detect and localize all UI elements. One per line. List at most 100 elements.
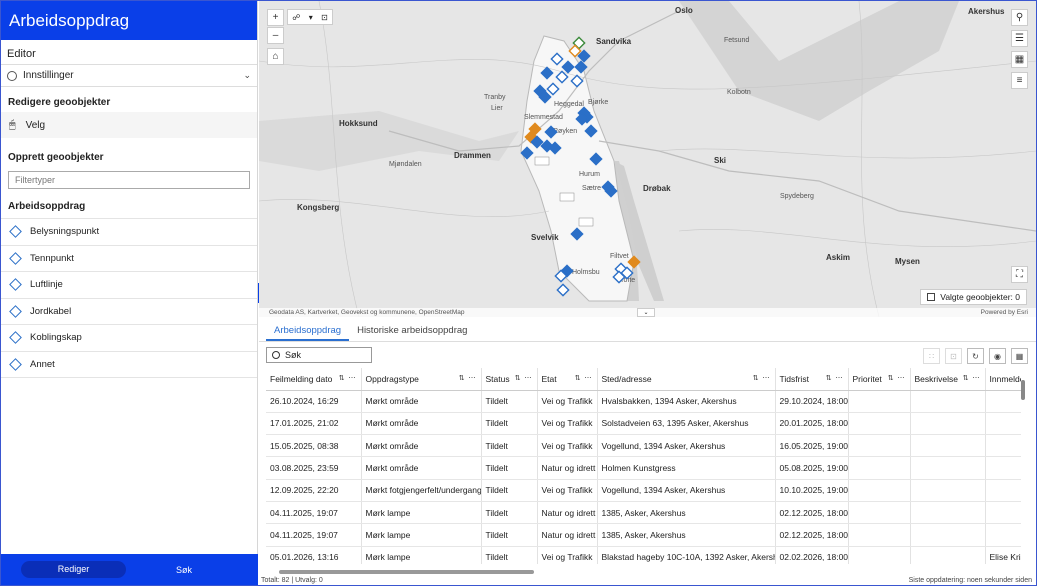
show-filter-button[interactable]: ◉ (989, 348, 1006, 364)
legend-button[interactable]: ≡ (1011, 72, 1028, 89)
lasso-select-icon[interactable]: ☍ (292, 13, 300, 22)
collapse-map-button[interactable]: ⌄ (637, 308, 655, 317)
template-item[interactable]: Annet (1, 352, 257, 378)
options-button[interactable]: ▦ (1011, 348, 1028, 364)
diamond-icon (9, 357, 22, 371)
chevron-down-icon[interactable]: ▾ (309, 13, 313, 22)
template-item[interactable]: Belysningspunkt (1, 219, 257, 246)
search-map-button[interactable]: ⚲ (1011, 9, 1028, 26)
table-cell (985, 434, 1021, 458)
map-marker[interactable] (550, 52, 564, 66)
map-marker[interactable] (570, 227, 584, 241)
road-shield (534, 156, 550, 166)
table-cell: Tildelt (481, 479, 538, 502)
table-cell: 15.05.2025, 08:38 (266, 434, 362, 458)
table-row[interactable]: 04.11.2025, 19:07 Mørk lampe Tildelt Natur … (266, 501, 1021, 525)
horizontal-scrollbar[interactable] (271, 569, 1026, 575)
clear-selection-icon[interactable]: ⊡ (321, 13, 328, 22)
column-header-label: Tidsfrist (779, 373, 809, 384)
selected-features-badge[interactable]: Valgte geoobjekter: 0 (920, 289, 1027, 305)
table-search-input[interactable]: Søk (266, 347, 372, 363)
filter-types-input[interactable]: Filtertyper (8, 171, 250, 189)
clear-selection-button[interactable]: ⊡ (945, 348, 962, 364)
table-panel: Arbeidsoppdrag Historiske arbeidsoppdrag… (259, 317, 1036, 585)
settings-dropdown[interactable]: Innstillinger ⌄ (1, 65, 257, 87)
table-cell (848, 479, 911, 502)
select-tool-button[interactable]: 🖱︎ Velg (1, 112, 257, 138)
refresh-button[interactable]: ↻ (967, 348, 984, 364)
table-row[interactable]: 03.08.2025, 23:59 Mørkt område Tildelt Natu… (266, 456, 1021, 480)
map-marker[interactable] (570, 74, 584, 88)
sort-menu-icon[interactable]: ⇅ ⋯ (575, 374, 593, 382)
tab-arbeidsoppdrag[interactable]: Arbeidsoppdrag (266, 317, 350, 341)
sort-menu-icon[interactable]: ⇅ ⋯ (753, 374, 771, 382)
column-header[interactable]: Feilmelding dato ⇅ ⋯ (266, 368, 362, 391)
sort-menu-icon[interactable]: ⇅ ⋯ (826, 374, 844, 382)
sort-menu-icon[interactable]: ⇅ ⋯ (339, 374, 357, 382)
sort-menu-icon[interactable]: ⇅ ⋯ (515, 374, 533, 382)
basemap-gallery-button[interactable]: ▦ (1011, 51, 1028, 68)
chevron-down-icon: ⌄ (243, 70, 251, 80)
search-placeholder: Søk (285, 350, 302, 360)
diamond-icon (9, 225, 22, 239)
column-header[interactable]: Status ⇅ ⋯ (481, 368, 538, 391)
map-marker[interactable] (627, 255, 641, 269)
column-header-label: Beskrivelse (914, 373, 958, 384)
scroll-thumb[interactable] (1021, 380, 1025, 400)
scroll-thumb[interactable] (279, 570, 534, 574)
map-marker[interactable] (544, 125, 558, 139)
table-row[interactable]: 26.10.2024, 16:29 Mørkt område Tildelt Vei … (266, 390, 1021, 413)
search-icon: ⚲ (1015, 12, 1024, 23)
column-header[interactable]: Tidsfrist ⇅ ⋯ (775, 368, 849, 391)
map-marker[interactable] (546, 82, 560, 96)
tab-historiske[interactable]: Historiske arbeidsoppdrag (349, 317, 475, 341)
layers-button[interactable]: ☰ (1011, 30, 1028, 47)
map-marker[interactable] (584, 124, 598, 138)
zoom-to-selection-button[interactable]: ∷ (923, 348, 940, 364)
column-header[interactable]: Innmelder (985, 368, 1021, 391)
template-item[interactable]: Jordkabel (1, 299, 257, 325)
vertical-scrollbar[interactable] (1020, 372, 1026, 567)
table-row[interactable]: 12.09.2025, 22:20 Mørkt fotgjengerfelt/un… (266, 479, 1021, 502)
template-item[interactable]: Koblingskap (1, 325, 257, 352)
map-marker[interactable] (574, 60, 588, 74)
table-row[interactable]: 04.11.2025, 19:07 Mørk lampe Tildelt Natur … (266, 523, 1021, 547)
zoom-out-button[interactable]: – (267, 27, 284, 44)
table-cell: 02.12.2025, 18:00 (775, 523, 849, 547)
edit-button[interactable]: Rediger (21, 561, 126, 578)
table-row[interactable]: 05.01.2026, 13:16 Mørk lampe Tildelt Vei og… (266, 546, 1021, 564)
map-marker[interactable] (561, 60, 575, 74)
sort-menu-icon[interactable]: ⇅ ⋯ (963, 374, 981, 382)
map-marker[interactable] (520, 146, 534, 160)
table-cell: 04.11.2025, 19:07 (266, 523, 362, 547)
table-cell: 20.01.2025, 18:00 (775, 412, 849, 436)
map-marker[interactable] (589, 152, 603, 166)
map-marker[interactable] (556, 283, 570, 297)
template-item[interactable]: Luftlinje (1, 272, 257, 299)
map-marker[interactable] (555, 70, 569, 84)
column-header[interactable]: Sted/adresse ⇅ ⋯ (597, 368, 776, 391)
sort-menu-icon[interactable]: ⇅ ⋯ (888, 374, 906, 382)
home-button[interactable]: ⌂ (267, 48, 284, 65)
table-cell: Mørkt område (361, 434, 482, 458)
map-view[interactable]: Oslo Sandvika Fetsund Akershus Hokksund … (259, 1, 1036, 317)
column-header[interactable]: Oppdragstype ⇅ ⋯ (361, 368, 482, 391)
map-marker[interactable] (540, 66, 554, 80)
column-header[interactable]: Prioritet ⇅ ⋯ (848, 368, 911, 391)
zoom-in-button[interactable]: + (267, 9, 284, 26)
table-cell: Natur og idrett (537, 456, 598, 480)
table-cell: Holmen Kunstgress (597, 456, 776, 480)
table-cell: 05.08.2025, 19:00 (775, 456, 849, 480)
column-header-label: Sted/adresse (601, 373, 652, 384)
template-item[interactable]: Tennpunkt (1, 246, 257, 272)
column-header[interactable]: Etat ⇅ ⋯ (537, 368, 598, 391)
road-shield (578, 217, 594, 227)
table-row[interactable]: 17.01.2025, 21:02 Mørkt område Tildelt Vei … (266, 412, 1021, 436)
column-header[interactable]: Beskrivelse ⇅ ⋯ (910, 368, 986, 391)
search-button[interactable]: Søk (176, 565, 192, 575)
table-row[interactable]: 15.05.2025, 08:38 Mørkt område Tildelt Vei … (266, 434, 1021, 458)
fullscreen-button[interactable]: ⛶ (1011, 266, 1028, 283)
template-label: Belysningspunkt (30, 226, 100, 238)
sort-menu-icon[interactable]: ⇅ ⋯ (459, 374, 477, 382)
table-cell: 03.08.2025, 23:59 (266, 456, 362, 480)
